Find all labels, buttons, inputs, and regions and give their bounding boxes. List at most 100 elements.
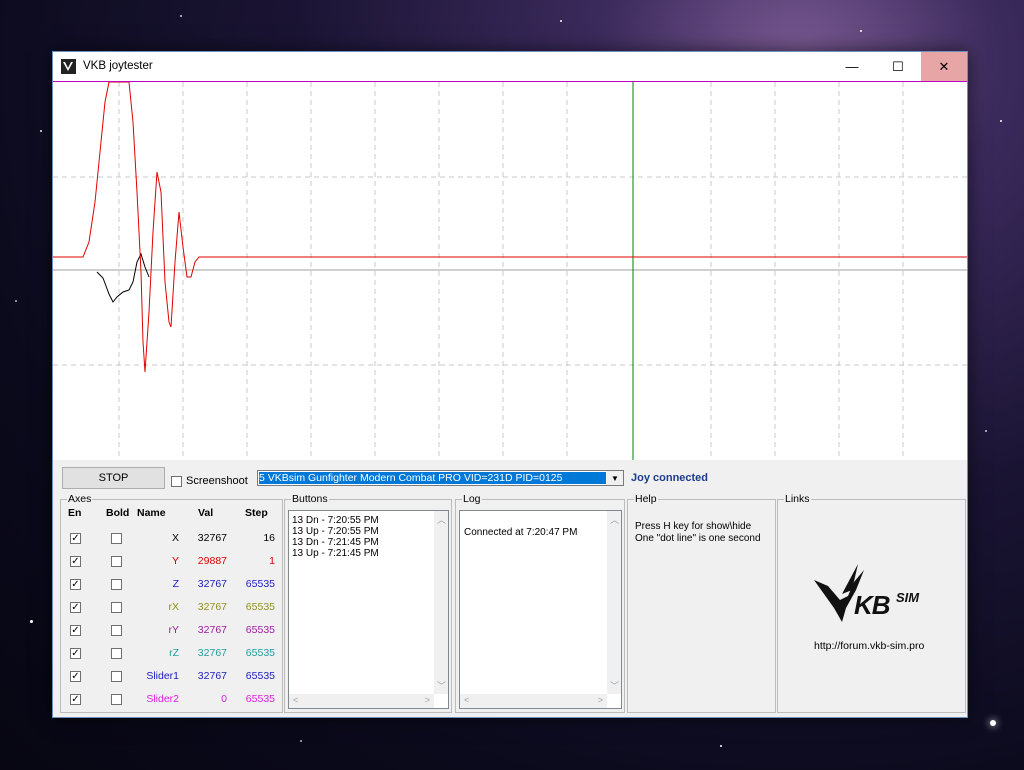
vkbsim-logo-sup: SIM [896,590,920,605]
buttons-group-title: Buttons [291,493,329,505]
buttons-vertical-scrollbar[interactable]: ︿ ﹀ [434,511,448,694]
log-horizontal-scrollbar[interactable]: < > [460,694,607,708]
axis-value: 32767 [197,670,227,682]
axis-name: Slider2 [146,693,179,705]
axis-enable-checkbox[interactable]: ✓ [70,602,81,613]
screenshoot-checkbox[interactable] [171,476,182,487]
buttons-event-lines: 13 Dn - 7:20:55 PM 13 Up - 7:20:55 PM 13… [292,515,379,559]
axis-bold-checkbox[interactable] [111,556,122,567]
scroll-left-icon[interactable]: < [464,695,469,705]
help-group-title: Help [634,493,658,505]
buttons-event-list[interactable]: 13 Dn - 7:20:55 PM 13 Up - 7:20:55 PM 13… [288,510,449,709]
scroll-left-icon[interactable]: < [293,695,298,705]
device-selected-value: 5 VKBsim Gunfighter Modern Combat PRO VI… [259,472,606,484]
scroll-down-icon[interactable]: ﹀ [610,679,619,692]
links-group: Links KB SIM http://forum.vkb-sim.pro [777,493,966,713]
axis-name: rZ [169,647,179,659]
window-title: VKB joytester [83,60,153,72]
axis-name: Y [171,555,179,567]
vkbsim-logo: KB SIM [812,560,942,630]
buttons-group: Buttons 13 Dn - 7:20:55 PM 13 Up - 7:20:… [284,493,452,713]
axis-step: 65535 [245,670,275,682]
axis-value: 32767 [197,532,227,544]
axis-name: Slider1 [146,670,179,682]
axis-enable-checkbox[interactable]: ✓ [70,648,81,659]
scroll-right-icon[interactable]: > [598,695,603,705]
axes-group: Axes En Bold Name Val Step ✓ X 32767 16 ✓ Y 29… [60,493,283,713]
log-box[interactable]: Connected at 7:20:47 PM ︿ ﹀ < > [459,510,622,709]
close-button[interactable]: ✕ [921,52,967,81]
button-event-item: 13 Up - 7:20:55 PM [292,526,379,537]
axis-step: 65535 [245,693,275,705]
links-group-title: Links [784,493,811,505]
scroll-up-icon[interactable]: ︿ [437,513,446,526]
scroll-right-icon[interactable]: > [425,695,430,705]
axes-header-name: Name [137,507,166,519]
close-icon: ✕ [938,58,950,74]
chevron-down-icon[interactable]: ▼ [607,471,623,485]
title-bar[interactable]: VKB joytester — ☐ ✕ [53,52,967,81]
axis-enable-checkbox[interactable]: ✓ [70,556,81,567]
signal-plot [53,81,967,460]
log-group: Log Connected at 7:20:47 PM ︿ ﹀ < > [455,493,625,713]
axis-bold-checkbox[interactable] [111,533,122,544]
screenshoot-label: Screenshoot [186,475,248,487]
axis-step: 16 [263,532,275,544]
axis-name: Z [172,578,179,590]
axis-bold-checkbox[interactable] [111,694,122,705]
axis-enable-checkbox[interactable]: ✓ [70,579,81,590]
axis-y-trace [53,82,967,373]
axis-value: 29887 [197,555,227,567]
axis-enable-checkbox[interactable]: ✓ [70,625,81,636]
axis-step: 65535 [245,624,275,636]
axes-group-title: Axes [67,493,93,505]
axis-bold-checkbox[interactable] [111,579,122,590]
axis-name: rX [168,601,180,613]
axis-step: 65535 [245,578,275,590]
log-vertical-scrollbar[interactable]: ︿ ﹀ [607,511,621,694]
axis-step: 65535 [245,647,275,659]
maximize-button[interactable]: ☐ [875,52,921,81]
axes-header-bold: Bold [106,507,130,519]
scroll-up-icon[interactable]: ︿ [610,513,619,526]
axis-enable-checkbox[interactable]: ✓ [70,671,81,682]
axis-step: 1 [269,555,275,567]
axis-bold-checkbox[interactable] [111,671,122,682]
axis-enable-checkbox[interactable]: ✓ [70,533,81,544]
help-group: Help Press H key for show\hide One "dot … [627,493,776,713]
button-event-item: 13 Dn - 7:20:55 PM [292,515,379,526]
axis-value: 32767 [197,624,227,636]
minimize-icon: — [845,59,859,74]
app-window: VKB joytester — ☐ ✕ STOP Screenshoot 5 V… [52,51,968,718]
help-line: One "dot line" is one second [635,533,761,544]
control-panel: STOP Screenshoot 5 VKBsim Gunfighter Mod… [53,462,967,717]
button-event-item: 13 Dn - 7:21:45 PM [292,537,379,548]
device-select[interactable]: 5 VKBsim Gunfighter Modern Combat PRO VI… [257,470,624,486]
axes-header-step: Step [245,507,268,519]
log-group-title: Log [462,493,482,505]
stop-button[interactable]: STOP [62,467,165,489]
plot-grid [53,82,967,460]
log-line: Connected at 7:20:47 PM [464,527,578,538]
button-event-item: 13 Up - 7:21:45 PM [292,548,379,559]
help-line: Press H key for show\hide [635,521,752,532]
axis-name: rY [168,624,180,636]
buttons-horizontal-scrollbar[interactable]: < > [289,694,434,708]
app-logo-icon [61,59,76,74]
minimize-button[interactable]: — [829,52,875,81]
forum-link[interactable]: http://forum.vkb-sim.pro [814,641,924,652]
axis-value: 32767 [197,578,227,590]
axis-value: 0 [221,693,227,705]
axis-value: 32767 [197,601,227,613]
signal-plot-svg [53,82,967,460]
maximize-icon: ☐ [892,58,904,74]
axis-step: 65535 [245,601,275,613]
axis-bold-checkbox[interactable] [111,602,122,613]
axis-bold-checkbox[interactable] [111,625,122,636]
axis-bold-checkbox[interactable] [111,648,122,659]
axes-header-en: En [68,507,82,519]
axis-enable-checkbox[interactable]: ✓ [70,694,81,705]
vkbsim-logo-text: KB [854,590,891,620]
axis-value: 32767 [197,647,227,659]
scroll-down-icon[interactable]: ﹀ [437,679,446,692]
